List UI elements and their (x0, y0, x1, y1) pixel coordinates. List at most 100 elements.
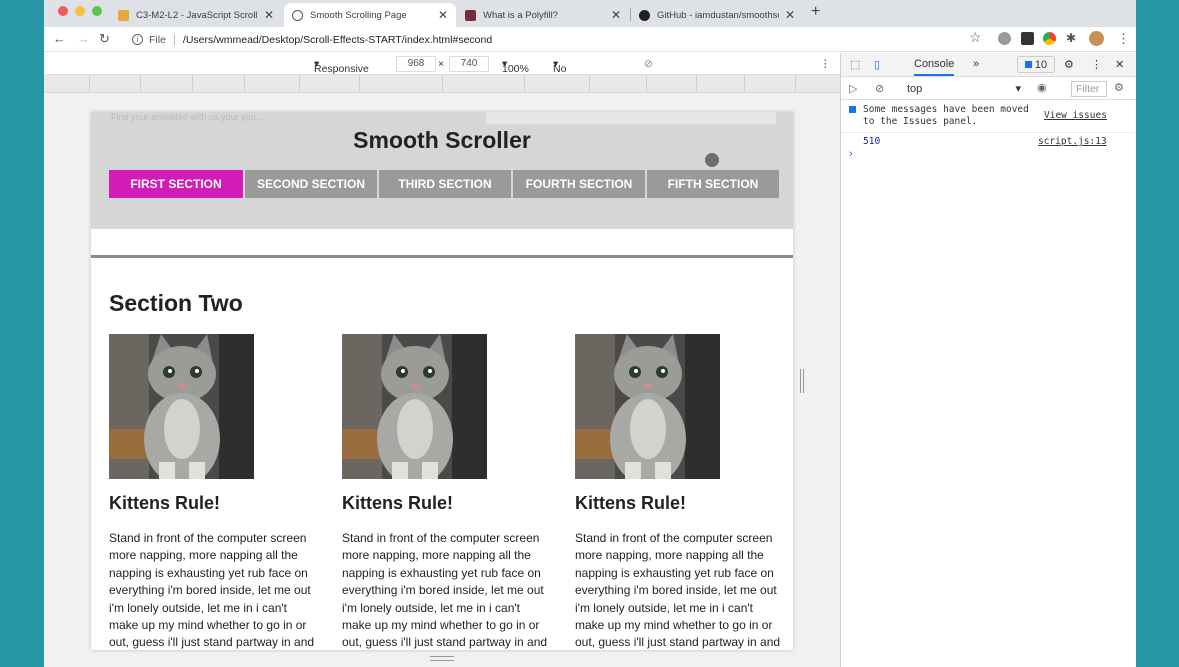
site-favicon-icon (465, 9, 476, 21)
issues-badge[interactable]: 10 (1017, 56, 1055, 73)
device-toolbar: Responsive ▾ 968 × 740 100% ▾ No throttl… (44, 53, 840, 87)
sidebar-toggle-icon[interactable]: ▷ (849, 82, 857, 95)
menu-second-section[interactable]: SECOND SECTION (245, 170, 377, 198)
tab-javascript-scroll[interactable]: C3-M2-L2 - JavaScript Scroll E ✕ (110, 3, 282, 27)
section-heading: Section Two (109, 290, 243, 316)
device-toggle-icon[interactable]: ▯ (874, 58, 880, 71)
maximize-window-button[interactable] (92, 6, 102, 16)
log-value: 510 (863, 136, 881, 147)
menu-third-section[interactable]: THIRD SECTION (379, 170, 511, 198)
kitten-card: Kittens Rule! Stand in front of the comp… (109, 334, 319, 650)
faded-text: Find your animated with us your you... (111, 112, 264, 122)
bookmark-star-icon[interactable]: ☆ (969, 29, 982, 46)
header-shade (486, 112, 776, 124)
url-bar[interactable]: i File /Users/wmmead/Desktop/Scroll-Effe… (122, 29, 992, 50)
url-text[interactable]: /Users/wmmead/Desktop/Scroll-Effects-STA… (183, 34, 492, 46)
globe-icon (292, 9, 303, 21)
address-toolbar: ← → ↻ i File /Users/wmmead/Desktop/Scrol… (44, 27, 1136, 52)
back-arrow-icon[interactable]: ← (53, 31, 66, 46)
close-window-button[interactable] (58, 6, 68, 16)
window-controls (58, 6, 102, 16)
viewport-height-input[interactable]: 740 (449, 56, 489, 72)
github-icon (639, 9, 650, 21)
filter-input[interactable]: Filter (1071, 81, 1107, 97)
tab-title: C3-M2-L2 - JavaScript Scroll E (136, 9, 258, 21)
issues-icon (1024, 61, 1032, 68)
rotate-icon[interactable]: ⊘ (644, 58, 653, 70)
close-tab-icon[interactable]: ✕ (264, 8, 274, 22)
viewport-width-input[interactable]: 968 (396, 56, 436, 72)
devtools-panel: ⬚ ▯ Console » 10 ⚙ ⋮ ✕ ▷ ⊘ top ▾ ◉ Filter… (840, 53, 1136, 667)
message-text: Some messages have been moved to the Iss… (863, 104, 1029, 127)
info-icon[interactable]: i (132, 34, 143, 45)
puzzle-extensions-icon[interactable]: ✱ (1066, 31, 1076, 45)
inspect-element-icon[interactable]: ⬚ (850, 58, 860, 71)
card-text: Stand in front of the computer screen mo… (342, 531, 548, 650)
close-tab-icon[interactable]: ✕ (438, 8, 448, 22)
eye-icon[interactable]: ◉ (1037, 81, 1047, 94)
section-divider (91, 255, 793, 258)
info-flag-icon (849, 106, 856, 113)
close-tab-icon[interactable]: ✕ (611, 8, 621, 22)
chevron-down-icon: ▾ (1015, 83, 1021, 95)
kitten-card: Kittens Rule! Stand in front of the comp… (342, 334, 552, 650)
browser-menu-icon[interactable]: ⋮ (1117, 31, 1130, 47)
new-tab-button[interactable]: + (811, 3, 820, 21)
card-heading: Kittens Rule! (342, 493, 454, 513)
section-menu: FIRST SECTION SECOND SECTION THIRD SECTI… (109, 170, 779, 198)
throttling-select[interactable]: No throttling ▾ (553, 58, 593, 87)
chrome-extension-icon[interactable] (1043, 32, 1056, 45)
tab-smooth-scrolling[interactable]: Smooth Scrolling Page ✕ (284, 3, 456, 27)
tab-title: What is a Polyfill? (483, 9, 558, 21)
device-toolbar-menu-icon[interactable]: ⋮ (820, 58, 831, 70)
page-title: Smooth Scroller (353, 127, 531, 153)
kitten-image (342, 334, 487, 479)
menu-first-section[interactable]: FIRST SECTION (109, 170, 243, 198)
forward-arrow-icon[interactable]: → (77, 31, 90, 46)
kitten-card: Kittens Rule! Stand in front of the comp… (575, 334, 785, 650)
devtools-tabbar: ⬚ ▯ Console » 10 ⚙ ⋮ ✕ (841, 53, 1136, 77)
close-devtools-icon[interactable]: ✕ (1115, 58, 1124, 71)
close-tab-icon[interactable]: ✕ (785, 8, 795, 22)
avatar[interactable] (1089, 31, 1104, 46)
reload-icon[interactable]: ↻ (99, 31, 110, 47)
card-text: Stand in front of the computer screen mo… (109, 531, 315, 650)
log-source-link[interactable]: script.js:13 (1038, 136, 1107, 147)
tab-title: GitHub - iamdustan/smoothscro (657, 9, 779, 21)
settings-gear-icon[interactable]: ⚙ (1064, 58, 1074, 71)
zoom-select[interactable]: 100% ▾ (502, 58, 529, 75)
kitten-image (109, 334, 254, 479)
tab-github[interactable]: GitHub - iamdustan/smoothscro ✕ (631, 3, 803, 27)
console-toolbar: ▷ ⊘ top ▾ ◉ Filter ⚙ (841, 78, 1136, 100)
tab-strip: C3-M2-L2 - JavaScript Scroll E ✕ Smooth … (44, 0, 1136, 27)
card-heading: Kittens Rule! (109, 493, 221, 513)
clear-console-icon[interactable]: ⊘ (875, 82, 884, 95)
device-mode-select[interactable]: Responsive ▾ (314, 58, 369, 75)
issues-count: 10 (1034, 58, 1048, 71)
zoom-label: 100% (502, 63, 529, 75)
tab-polyfill[interactable]: What is a Polyfill? ✕ (457, 3, 629, 27)
url-separator (173, 33, 175, 46)
viewport-resize-handle-right[interactable] (800, 369, 804, 393)
console-log-row: 510 script.js:13 (841, 132, 1136, 149)
context-label: top (907, 83, 923, 95)
devtools-menu-icon[interactable]: ⋮ (1091, 58, 1102, 71)
file-label: File (149, 33, 166, 46)
console-prompt[interactable]: › (849, 148, 853, 160)
notion-icon[interactable] (1021, 32, 1034, 45)
menu-fourth-section[interactable]: FOURTH SECTION (513, 170, 645, 198)
viewport-resize-handle-bottom[interactable] (430, 656, 454, 661)
extension-icon[interactable] (998, 32, 1011, 45)
context-select[interactable]: top ▾ (901, 81, 1025, 97)
dimension-times: × (438, 58, 445, 70)
console-settings-icon[interactable]: ⚙ (1114, 81, 1124, 94)
card-text: Stand in front of the computer screen mo… (575, 531, 781, 650)
tab-console[interactable]: Console (914, 58, 955, 76)
menu-fifth-section[interactable]: FIFTH SECTION (647, 170, 779, 198)
more-tabs-button[interactable]: » (973, 58, 979, 70)
tab-title: Smooth Scrolling Page (310, 9, 407, 21)
minimize-window-button[interactable] (75, 6, 85, 16)
view-issues-link[interactable]: View issues (1044, 110, 1107, 121)
device-mode-label: Responsive (314, 63, 369, 75)
kitten-image (575, 334, 720, 479)
